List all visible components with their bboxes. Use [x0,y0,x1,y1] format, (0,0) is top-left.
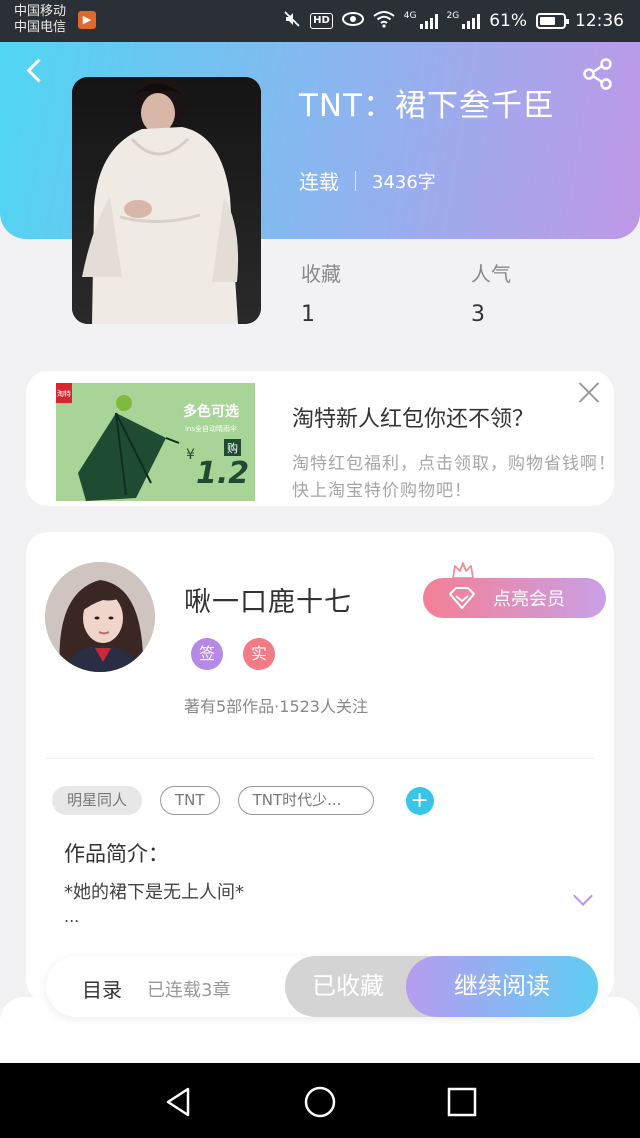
signal-2g-icon: 2G [446,11,481,29]
battery-percent: 61% [489,11,527,31]
book-title: TNT：裙下叁千臣 [299,88,556,124]
ad-image-currency: ¥ [186,447,195,463]
back-button[interactable] [22,56,52,90]
nav-recents-icon[interactable] [445,1085,479,1119]
chevron-down-icon[interactable] [571,893,595,909]
ad-description: 淘特红包福利，点击领取，购物省钱啊！快上淘宝特价购物吧！ [292,454,614,501]
continue-reading-button[interactable]: 继续阅读 [406,956,598,1017]
signal-4g-icon: 4G [403,11,438,29]
network-1-label: 4G [403,11,417,21]
ad-image[interactable]: 淘特 多色可选 ins全自动晴雨伞 ¥ 1.2 购 [56,383,255,501]
serial-status: 连载 [299,170,339,194]
nav-home-icon[interactable] [303,1085,337,1119]
toc-button[interactable]: 目录 [82,974,122,1003]
ad-banner[interactable]: 淘特 多色可选 ins全自动晴雨伞 ¥ 1.2 购 淘特新人红包你还不领？ 淘特… [26,371,614,506]
clock: 12:36 [575,11,624,31]
tag-item[interactable]: TNT [160,786,220,815]
book-cover[interactable] [72,77,261,324]
tag-item[interactable]: TNT时代少... [237,786,374,815]
tag-item[interactable]: 明星同人 [52,786,143,815]
network-2-label: 2G [446,11,460,21]
carrier-2: 中国电信 [14,20,67,35]
close-icon[interactable] [576,379,602,405]
author-name[interactable]: 啾一口鹿十七 [184,580,352,619]
vip-button[interactable]: 点亮会员 [423,578,606,618]
stat-popularity: 人气 3 [471,258,511,327]
eye-icon [341,11,364,32]
battery-icon [536,13,569,29]
add-tag-button[interactable]: + [405,786,434,815]
intro-text: *她的裙下是无上人间* [64,882,244,903]
author-meta: 著有5部作品·1523人关注 [184,697,368,716]
avatar[interactable] [45,562,155,672]
separator [355,170,356,191]
intro-ellipsis: ... [64,907,80,926]
chapter-count[interactable]: 已连载3章 [147,976,230,1002]
ad-title[interactable]: 淘特新人红包你还不领？ [292,401,534,433]
book-status-line: 连载 3436字 [299,166,436,195]
hd-icon: HD [310,13,333,29]
vip-label: 点亮会员 [493,589,565,610]
carrier-1: 中国移动 [14,4,67,19]
ad-image-price: 1.2 [196,456,249,491]
word-count: 3436字 [372,171,436,193]
ad-image-text-2: ins全自动晴雨伞 [185,424,237,433]
stat-value: 3 [471,302,485,327]
verified-badge: 实 [243,638,275,670]
ad-image-buy: 购 [227,441,238,455]
nav-back-icon[interactable] [162,1085,196,1119]
stat-value: 1 [301,302,315,327]
divider [46,758,594,759]
bottom-action-bar: 目录 已连载3章 已收藏 继续阅读 [46,956,598,1017]
signed-badge: 签 [191,638,223,670]
diamond-icon [447,586,477,610]
status-icons: HD 4G 2G 61% 12:36 [283,10,624,32]
wifi-icon [373,10,395,33]
share-icon[interactable] [580,56,616,92]
app-notification-icon: ▶ [78,11,96,29]
intro-label: 作品简介： [64,842,169,866]
stat-label: 收藏 [301,262,341,286]
crown-icon [451,560,475,580]
status-bar: 中国移动 中国电信 ▶ HD 4G 2G 61% 12:36 [0,0,640,42]
carrier-info: 中国移动 中国电信 [14,4,66,36]
ad-logo-text: 淘特 [57,389,71,398]
system-nav-bar [0,1063,640,1138]
tag-list: 明星同人 TNT TNT时代少... + [52,786,434,815]
ad-image-text-1: 多色可选 [183,403,239,420]
stat-favorites: 收藏 1 [301,258,341,327]
stat-label: 人气 [471,262,511,286]
mute-icon [283,10,301,33]
author-card: 啾一口鹿十七 点亮会员 签 实 著有5部作品·1523人关注 明星同人 TNT … [26,532,614,1002]
